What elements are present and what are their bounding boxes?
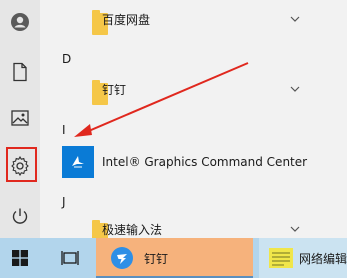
power-icon: [12, 208, 28, 224]
image-icon: [11, 110, 29, 126]
section-header-j[interactable]: J: [62, 195, 66, 209]
task-view-button[interactable]: [50, 238, 90, 278]
task-view-icon: [61, 251, 79, 265]
app-item-baidu-netdisk[interactable]: 百度网盘: [40, 0, 347, 40]
app-item-dingtalk[interactable]: 钉钉: [40, 70, 347, 110]
taskbar: 钉钉 网络编辑: [0, 238, 347, 278]
intel-graphics-icon: [72, 156, 84, 168]
section-header-d[interactable]: D: [62, 52, 71, 66]
windows-start-icon: [12, 250, 28, 266]
app-list: 百度网盘 D 钉钉 I Intel® Graphics Command Cent…: [40, 0, 347, 245]
chevron-down-icon[interactable]: [289, 13, 301, 25]
intel-tile: [62, 146, 94, 178]
taskbar-app-editor[interactable]: 网络编辑: [259, 238, 347, 278]
dingtalk-icon: [111, 247, 133, 269]
chevron-down-icon[interactable]: [289, 83, 301, 95]
taskbar-app-dingtalk[interactable]: 钉钉: [96, 238, 253, 278]
editor-icon: [269, 248, 293, 268]
taskbar-app-label: 钉钉: [144, 251, 169, 266]
app-label: 百度网盘: [102, 13, 151, 27]
app-item-intel-graphics[interactable]: Intel® Graphics Command Center: [40, 142, 347, 182]
settings-highlight-box: [6, 147, 37, 182]
chevron-down-icon[interactable]: [289, 223, 301, 235]
user-avatar-icon: [11, 13, 29, 31]
pictures-button[interactable]: [0, 98, 40, 138]
app-label: Intel® Graphics Command Center: [102, 155, 308, 169]
start-menu-rail: [0, 0, 40, 238]
folder-tile: [62, 4, 108, 36]
user-account-button[interactable]: [0, 2, 40, 42]
section-header-i[interactable]: I: [62, 123, 66, 137]
folder-tile: [62, 74, 108, 106]
documents-button[interactable]: [0, 52, 40, 92]
taskbar-app-label: 网络编辑: [298, 251, 347, 266]
document-icon: [13, 62, 27, 82]
app-label: 钉钉: [102, 83, 127, 97]
start-button[interactable]: [0, 238, 40, 278]
power-button[interactable]: [0, 196, 40, 236]
